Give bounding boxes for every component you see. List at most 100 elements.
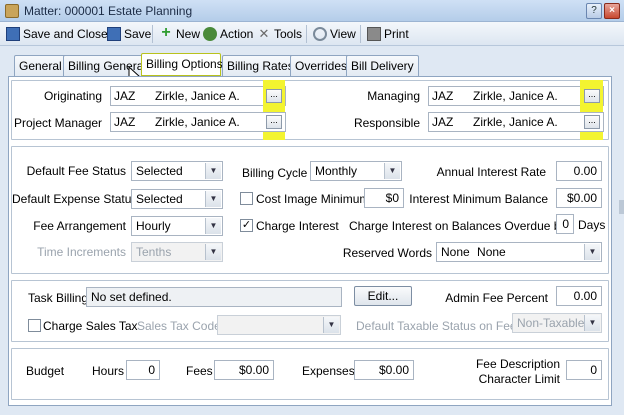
tab-billing-options-label: Billing Options <box>146 57 223 71</box>
time-increments-select[interactable]: Tenths ▼ <box>131 242 223 262</box>
magnifier-icon <box>313 27 327 41</box>
reserved-words-label: Reserved Words <box>342 246 432 260</box>
responsible-lookup-button[interactable]: ... <box>584 115 600 129</box>
floppy-disk-icon <box>107 27 121 41</box>
fee-description-limit-input[interactable]: 0 <box>566 360 602 380</box>
tab-general-label: General <box>19 59 62 73</box>
chevron-down-icon: ▼ <box>205 191 221 207</box>
expenses-label: Expenses <box>302 364 355 378</box>
plus-icon: + <box>161 24 171 41</box>
charge-interest-label: Charge Interest <box>256 219 339 233</box>
cost-image-minimum-checkbox[interactable] <box>240 192 253 205</box>
cost-image-minimum-label: Cost Image Minimum <box>256 192 370 206</box>
save-button[interactable]: Save <box>107 25 151 43</box>
managing-lookup-button[interactable]: ... <box>584 89 600 103</box>
project-manager-label: Project Manager <box>14 116 103 130</box>
toolbar-separator <box>306 25 307 43</box>
new-label: New <box>176 27 201 41</box>
help-button[interactable]: ? <box>586 3 602 19</box>
window-title: Matter: 000001 Estate Planning <box>24 4 193 18</box>
close-button[interactable]: × <box>604 3 620 19</box>
default-fee-status-label: Default Fee Status <box>26 164 126 178</box>
print-button[interactable]: Print <box>367 25 409 43</box>
default-fee-status-select[interactable]: Selected ▼ <box>131 161 223 181</box>
tab-bill-delivery[interactable]: Bill Delivery <box>346 55 419 76</box>
chevron-down-icon: ▼ <box>584 315 600 331</box>
managing-label: Managing <box>367 89 420 103</box>
chevron-down-icon: ▼ <box>205 218 221 234</box>
fees-label: Fees <box>186 364 213 378</box>
admin-fee-percent-label: Admin Fee Percent <box>445 291 548 305</box>
default-fee-status-value: Selected <box>136 164 183 178</box>
charge-interest-checkbox[interactable]: ✓ <box>240 219 253 232</box>
default-expense-status-select[interactable]: Selected ▼ <box>131 189 223 209</box>
hours-input[interactable]: 0 <box>126 360 160 380</box>
tools-label: Tools <box>274 27 303 41</box>
fee-arrangement-select[interactable]: Hourly ▼ <box>131 216 223 236</box>
billing-cycle-select[interactable]: Monthly ▼ <box>310 161 402 181</box>
expenses-input[interactable]: $0.00 <box>354 360 414 380</box>
save-and-close-button[interactable]: Save and Close <box>6 25 108 43</box>
action-icon <box>203 27 217 41</box>
tab-general[interactable]: General <box>14 55 67 76</box>
time-increments-value: Tenths <box>136 245 172 259</box>
view-button[interactable]: View <box>313 25 356 43</box>
save-and-close-label: Save and Close <box>23 27 108 41</box>
app-icon <box>5 4 19 18</box>
interest-minimum-balance-input[interactable]: $0.00 <box>556 188 602 208</box>
days-label: Days <box>578 218 606 232</box>
cost-image-minimum-input[interactable]: $0 <box>364 188 404 208</box>
responsible-field[interactable]: JAZ Zirkle, Janice A. <box>428 112 604 132</box>
chevron-down-icon: ▼ <box>205 163 221 179</box>
tab-billing-options[interactable]: Billing Options <box>141 53 223 76</box>
view-label: View <box>330 27 356 41</box>
time-increments-label: Time Increments <box>37 245 126 259</box>
toolbar-separator <box>360 25 361 43</box>
tools-button[interactable]: ✕ Tools <box>257 25 302 43</box>
fee-arrangement-value: Hourly <box>136 219 171 233</box>
project-manager-field[interactable]: JAZ Zirkle, Janice A. <box>110 112 286 132</box>
chevron-down-icon: ▼ <box>323 317 339 333</box>
tab-overrides[interactable]: Overrides <box>290 55 353 76</box>
originating-name: Zirkle, Janice A. <box>155 89 240 103</box>
originating-lookup-button[interactable]: ... <box>266 89 282 103</box>
tab-bill-delivery-label: Bill Delivery <box>351 59 414 73</box>
reserved-words-select[interactable]: None None ▼ <box>436 242 602 262</box>
default-taxable-status-value: Non-Taxable <box>517 316 585 330</box>
managing-name: Zirkle, Janice A. <box>473 89 558 103</box>
budget-label: Budget <box>26 364 65 378</box>
task-billing-field: No set defined. <box>86 287 342 307</box>
fees-input[interactable]: $0.00 <box>214 360 274 380</box>
interest-minimum-balance-label: Interest Minimum Balance <box>409 192 548 206</box>
fee-arrangement-label: Fee Arrangement <box>33 219 126 233</box>
billing-cycle-label: Billing Cycle <box>242 166 308 180</box>
responsible-label: Responsible <box>353 116 420 130</box>
tab-billing-rates[interactable]: Billing Rates <box>222 55 299 76</box>
default-taxable-status-select[interactable]: Non-Taxable ▼ <box>512 313 602 333</box>
new-button[interactable]: + New <box>159 25 200 43</box>
save-label: Save <box>124 27 152 41</box>
sales-tax-code-select[interactable]: ▼ <box>217 315 341 335</box>
hours-label: Hours <box>92 364 125 378</box>
resize-grip[interactable] <box>619 200 624 214</box>
project-manager-code: JAZ <box>114 115 136 129</box>
reserved-words-code: None <box>441 245 470 259</box>
chevron-down-icon: ▼ <box>584 244 600 260</box>
originating-code: JAZ <box>114 89 136 103</box>
responsible-name: Zirkle, Janice A. <box>473 115 558 129</box>
managing-field[interactable]: JAZ Zirkle, Janice A. <box>428 86 604 106</box>
responsible-code: JAZ <box>432 115 454 129</box>
project-manager-lookup-button[interactable]: ... <box>266 115 282 129</box>
print-label: Print <box>384 27 409 41</box>
admin-fee-percent-input[interactable]: 0.00 <box>556 286 602 306</box>
charge-sales-tax-checkbox[interactable] <box>28 319 41 332</box>
annual-interest-rate-input[interactable]: 0.00 <box>556 161 602 181</box>
edit-task-billing-button[interactable]: Edit... <box>354 286 412 306</box>
action-button[interactable]: Action <box>203 25 253 43</box>
originating-field[interactable]: JAZ Zirkle, Janice A. <box>110 86 286 106</box>
originating-label: Originating <box>43 89 102 103</box>
billing-cycle-value: Monthly <box>315 164 358 178</box>
charge-interest-overdue-input[interactable]: 0 <box>556 214 574 234</box>
sales-tax-code-label: Sales Tax Code <box>137 319 221 333</box>
character-limit-label: Character Limit <box>478 372 560 386</box>
